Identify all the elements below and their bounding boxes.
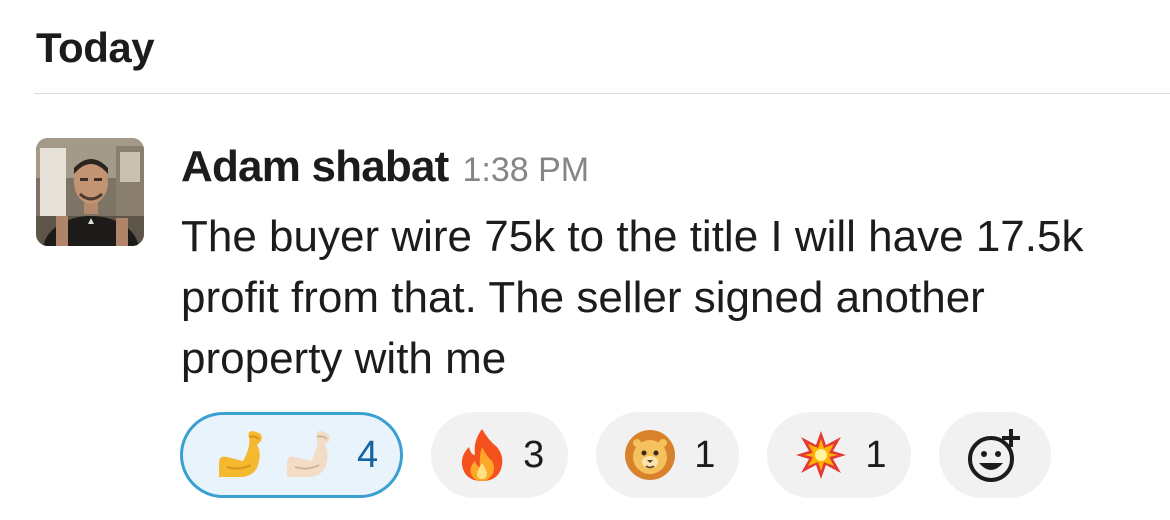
lion-face-icon	[624, 429, 676, 481]
reaction-fire[interactable]: 3	[431, 412, 569, 498]
day-header: Today	[36, 24, 155, 71]
message-header: Adam shabat 1:38 PM	[181, 138, 1150, 202]
reactions-bar: 4 3 1 1	[180, 412, 1051, 498]
reaction-flexed-biceps[interactable]: 4	[180, 412, 404, 498]
timestamp[interactable]: 1:38 PM	[463, 151, 590, 190]
collision-icon	[795, 429, 847, 481]
reaction-count: 1	[694, 433, 716, 476]
avatar[interactable]	[36, 138, 144, 246]
flexed-biceps-icon	[209, 427, 339, 483]
add-emoji-icon	[965, 425, 1025, 485]
message-text: The buyer wire 75k to the title I will h…	[181, 212, 1084, 383]
reaction-count: 4	[357, 433, 379, 476]
reaction-collision[interactable]: 1	[767, 412, 911, 498]
day-divider	[34, 93, 1170, 94]
reaction-count: 3	[523, 433, 545, 476]
author-name[interactable]: Adam shabat	[181, 142, 449, 192]
reaction-count: 1	[865, 433, 887, 476]
add-reaction-button[interactable]	[938, 412, 1051, 498]
fire-icon	[459, 427, 505, 483]
avatar-photo	[36, 138, 144, 246]
message-body: Adam shabat 1:38 PM The buyer wire 75k t…	[181, 138, 1150, 389]
reaction-lion[interactable]: 1	[596, 412, 740, 498]
